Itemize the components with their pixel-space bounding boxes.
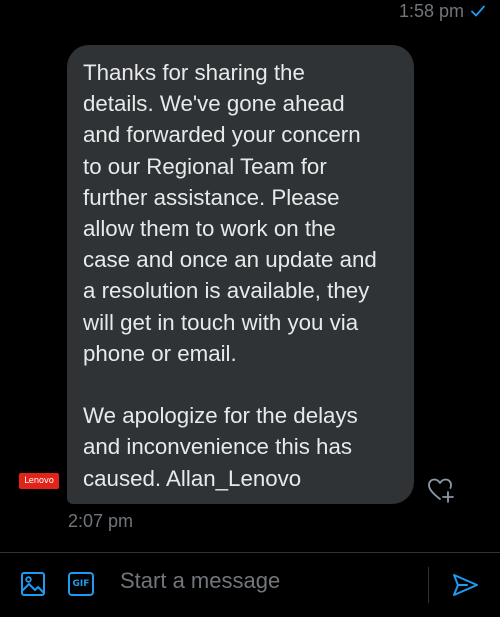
add-reaction-icon[interactable] bbox=[426, 475, 456, 505]
message-composer: GIF bbox=[0, 553, 500, 617]
gif-button[interactable]: GIF bbox=[68, 572, 94, 596]
send-icon[interactable] bbox=[451, 571, 479, 599]
message-bubble[interactable]: Thanks for sharing the details. We've go… bbox=[67, 45, 414, 504]
sender-avatar[interactable]: Lenovo bbox=[19, 473, 59, 489]
message-input[interactable] bbox=[120, 565, 420, 597]
message-time: 2:07 pm bbox=[68, 511, 134, 531]
image-icon[interactable] bbox=[20, 571, 46, 597]
gif-label: GIF bbox=[72, 579, 90, 589]
previous-message-time: 1:58 pm bbox=[398, 0, 464, 21]
check-icon bbox=[471, 5, 485, 17]
message-text: Thanks for sharing the details. We've go… bbox=[83, 60, 377, 491]
previous-message-meta: 1:58 pm bbox=[399, 0, 486, 22]
composer-separator bbox=[428, 567, 429, 603]
sender-logo-text: Lenovo bbox=[24, 476, 54, 486]
